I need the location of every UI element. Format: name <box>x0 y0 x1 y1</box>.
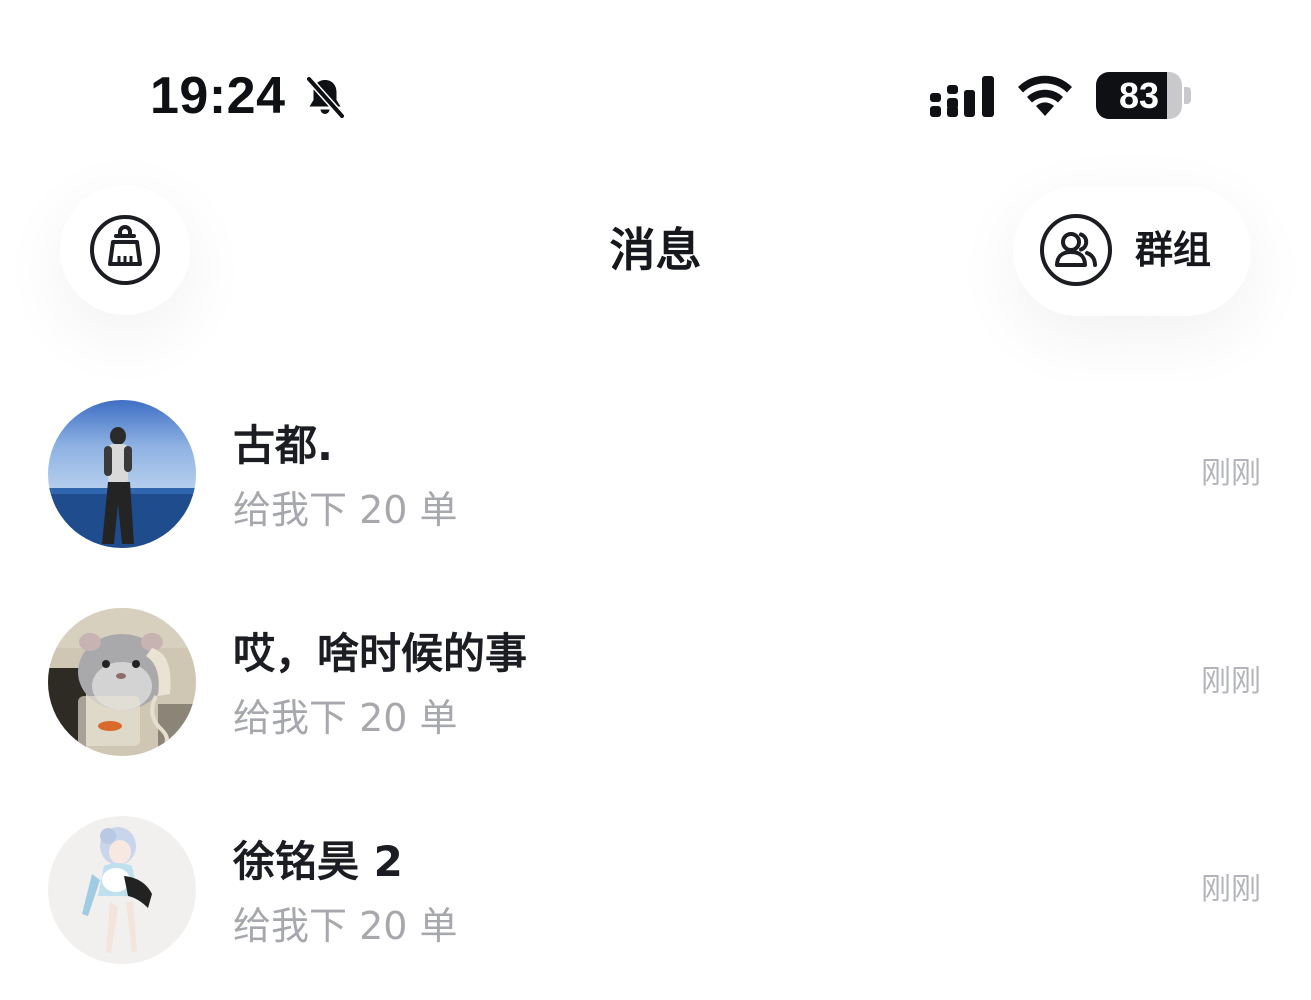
conversation-name: 徐铭昊 2 <box>233 837 403 886</box>
bell-slash-icon <box>305 75 346 120</box>
message-time: 刚刚 <box>1201 872 1261 907</box>
status-time: 19:24 <box>150 67 286 125</box>
wifi-icon <box>1018 75 1072 116</box>
avatar <box>48 400 196 548</box>
status-bar: 19:24 83 <box>0 0 1311 150</box>
message-preview: 给我下 20 单 <box>233 904 458 948</box>
conversation-name: 哎，啥时候的事 <box>233 629 528 678</box>
avatar-illustration <box>48 816 196 964</box>
message-preview: 给我下 20 单 <box>233 488 458 532</box>
messages-screen: 19:24 83 消息 群组 古都. 给我下 20 单 刚刚 哎，啥时候的事 给… <box>0 0 1311 1000</box>
battery-indicator: 83 <box>1096 72 1192 120</box>
conversation-item[interactable]: 徐铭昊 2 给我下 20 单 刚刚 <box>0 796 1311 996</box>
battery-cap <box>1184 87 1191 104</box>
people-icon <box>1040 214 1112 286</box>
avatar-photo-sea <box>48 400 196 548</box>
avatar-photo-hamster <box>48 608 196 756</box>
avatar <box>48 608 196 756</box>
message-time: 刚刚 <box>1201 456 1261 491</box>
avatar <box>48 816 196 964</box>
cellular-signal-icon <box>930 76 994 117</box>
groups-button[interactable]: 群组 <box>1013 186 1251 316</box>
conversation-item[interactable]: 古都. 给我下 20 单 刚刚 <box>0 380 1311 580</box>
conversation-name: 古都. <box>233 421 333 470</box>
message-time: 刚刚 <box>1201 664 1261 699</box>
header: 消息 群组 <box>0 150 1311 380</box>
message-preview: 给我下 20 单 <box>233 696 458 740</box>
battery-percent: 83 <box>1118 75 1160 116</box>
conversation-item[interactable]: 哎，啥时候的事 给我下 20 单 刚刚 <box>0 588 1311 788</box>
groups-label: 群组 <box>1135 228 1212 272</box>
